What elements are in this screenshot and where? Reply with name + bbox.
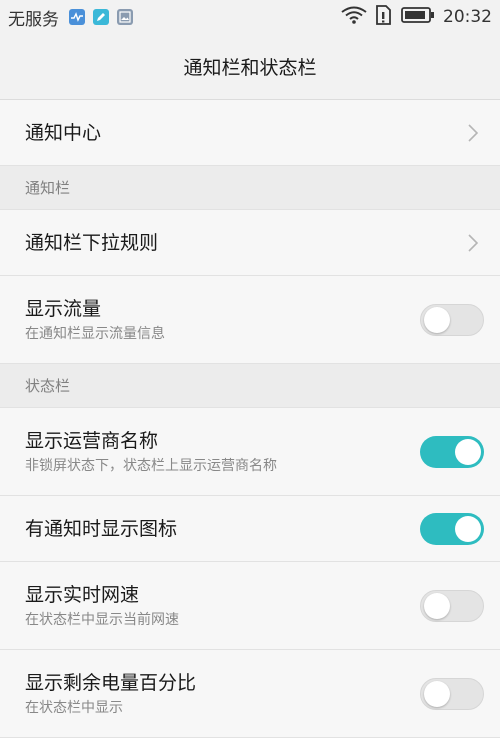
health-app-icon — [69, 9, 85, 25]
title-bar: 通知栏和状态栏 — [0, 34, 500, 100]
toggle-knob — [424, 680, 450, 707]
show-battery-subtitle: 在状态栏中显示 — [25, 699, 123, 716]
status-bar-left: 无服务 — [0, 5, 133, 30]
show-battery-title: 显示剩余电量百分比 — [25, 671, 197, 694]
battery-icon — [401, 6, 435, 28]
show-battery-row: 显示剩余电量百分比 在状态栏中显示 — [0, 650, 500, 738]
show-carrier-row: 显示运营商名称 非锁屏状态下，状态栏上显示运营商名称 — [0, 408, 500, 496]
chevron-right-icon — [468, 123, 479, 142]
toggle-knob — [424, 592, 450, 619]
show-speed-toggle[interactable] — [420, 589, 484, 622]
section-header-status: 状态栏 — [0, 364, 500, 408]
pull-down-rules-title: 通知栏下拉规则 — [25, 231, 159, 254]
section-header-notification: 通知栏 — [0, 166, 500, 210]
status-bar-right: 20:32 — [341, 4, 500, 30]
clock: 20:32 — [443, 7, 492, 27]
carrier-label: 无服务 — [8, 9, 59, 30]
show-traffic-subtitle: 在通知栏显示流量信息 — [25, 325, 165, 342]
show-speed-row: 显示实时网速 在状态栏中显示当前网速 — [0, 562, 500, 650]
toggle-knob — [455, 438, 481, 465]
wifi-icon — [341, 6, 367, 29]
show-speed-subtitle: 在状态栏中显示当前网速 — [25, 611, 179, 628]
show-battery-toggle[interactable] — [420, 677, 484, 710]
show-icons-toggle[interactable] — [420, 512, 484, 545]
show-speed-title: 显示实时网速 — [25, 583, 140, 606]
show-traffic-title: 显示流量 — [25, 297, 102, 320]
notes-app-icon — [93, 9, 109, 25]
page-title: 通知栏和状态栏 — [183, 57, 317, 79]
gallery-app-icon — [117, 9, 133, 25]
settings-list: 通知中心 通知栏 通知栏下拉规则 显示流量 在通知栏显示流量信息 状态栏 显示运… — [0, 100, 500, 738]
show-icons-row: 有通知时显示图标 — [0, 496, 500, 562]
show-carrier-subtitle: 非锁屏状态下，状态栏上显示运营商名称 — [25, 457, 277, 474]
show-traffic-row: 显示流量 在通知栏显示流量信息 — [0, 276, 500, 364]
status-bar: 无服务 20:32 — [0, 0, 500, 34]
notification-center-title: 通知中心 — [25, 121, 102, 144]
pull-down-rules-row[interactable]: 通知栏下拉规则 — [0, 210, 500, 276]
chevron-right-icon — [468, 233, 479, 252]
toggle-knob — [424, 306, 450, 333]
show-icons-title: 有通知时显示图标 — [25, 517, 178, 540]
show-traffic-toggle[interactable] — [420, 303, 484, 336]
show-carrier-title: 显示运营商名称 — [25, 429, 159, 452]
toggle-knob — [455, 515, 481, 542]
show-carrier-toggle[interactable] — [420, 435, 484, 468]
sim-card-icon — [375, 4, 393, 30]
notification-center-row[interactable]: 通知中心 — [0, 100, 500, 166]
